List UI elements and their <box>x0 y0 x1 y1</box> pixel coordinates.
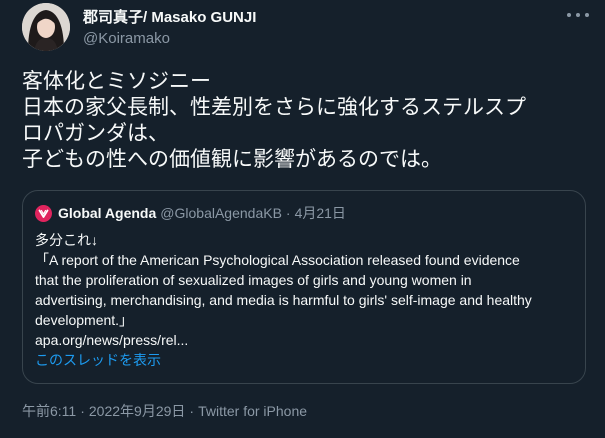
show-thread-link[interactable]: このスレッドを表示 <box>35 351 161 371</box>
separator-dot: · <box>80 403 85 419</box>
quoted-text-line: development.」 <box>35 312 134 328</box>
tweet-text-line: 日本の家父長制、性差別をさらに強化するステルスプ <box>22 95 526 119</box>
author-info: 郡司真子/ Masako GUNJI @Koiramako <box>83 8 256 49</box>
quoted-tweet[interactable]: Global Agenda @GlobalAgendaKB · 4月21日 多分… <box>22 190 586 384</box>
quoted-tweet-text: 多分これ↓ 「A report of the American Psycholo… <box>35 230 575 350</box>
avatar-image <box>22 3 70 51</box>
tweet-text-line: 子どもの性への価値観に影響があるのでは。 <box>22 147 442 171</box>
more-options-icon[interactable] <box>567 8 589 22</box>
author-display-name[interactable]: 郡司真子/ Masako GUNJI <box>83 8 256 28</box>
separator-dot: · <box>189 403 195 419</box>
quoted-text-line: 多分これ↓ <box>35 232 98 248</box>
tweet-metadata: 午前6:11 · 2022年9月29日 · Twitter for iPhone <box>22 401 307 421</box>
quoted-tweet-date[interactable]: 4月21日 <box>295 204 346 222</box>
tweet-time[interactable]: 午前6:11 <box>22 401 76 421</box>
quoted-link-text: apa.org/news/press/rel... <box>35 332 189 348</box>
quoted-tweet-header: Global Agenda @GlobalAgendaKB · 4月21日 <box>35 204 346 222</box>
quoted-author-handle[interactable]: @GlobalAgendaKB <box>160 204 282 222</box>
more-dot <box>567 13 571 17</box>
tweet-text: 客体化とミソジニー 日本の家父長制、性差別をさらに強化するステルスプ ロパガンダ… <box>22 68 592 172</box>
author-handle[interactable]: @Koiramako <box>83 29 256 49</box>
quoted-author-name[interactable]: Global Agenda <box>58 204 156 222</box>
tweet-text-line: ロパガンダは、 <box>22 121 169 145</box>
quoted-text-line: that the proliferation of sexualized ima… <box>35 272 472 288</box>
tweet-source[interactable]: Twitter for iPhone <box>198 401 307 421</box>
tweet: 郡司真子/ Masako GUNJI @Koiramako 客体化とミソジニー … <box>0 0 605 438</box>
tweet-date[interactable]: 2022年9月29日 <box>89 401 186 421</box>
tweet-text-line: 客体化とミソジニー <box>22 69 211 93</box>
more-dot <box>576 13 580 17</box>
separator-dot: · <box>285 205 291 221</box>
quoted-text-line: advertising, merchandising, and media is… <box>35 292 532 308</box>
more-dot <box>585 13 589 17</box>
quoted-text-line: 「A report of the American Psychological … <box>35 252 520 268</box>
global-agenda-logo-icon <box>35 204 52 222</box>
avatar[interactable] <box>22 3 70 51</box>
